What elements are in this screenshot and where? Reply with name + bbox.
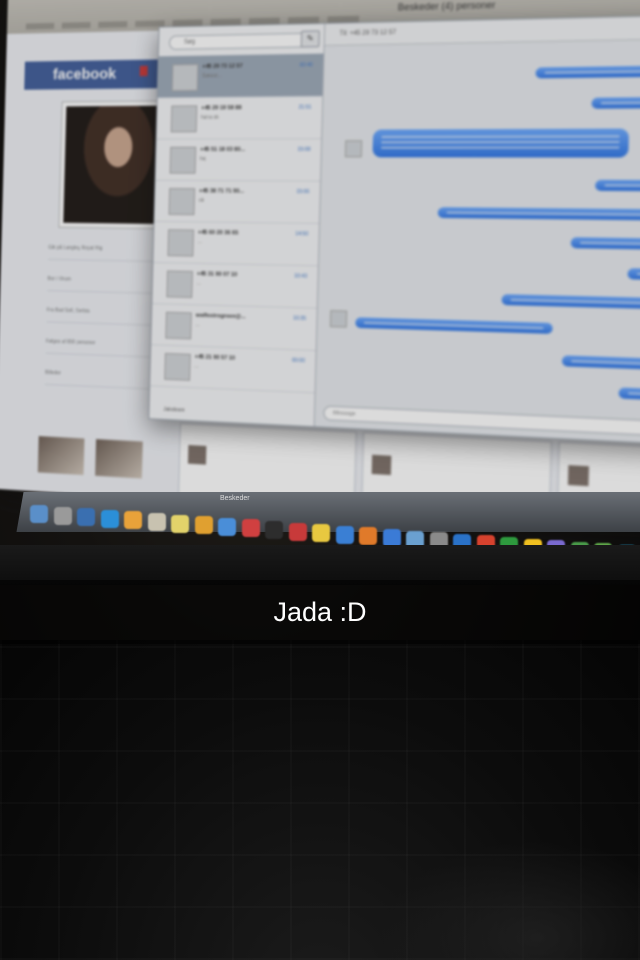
dock-app-icon[interactable]: [335, 525, 354, 544]
avatar: [329, 310, 348, 328]
conversation-time: 00:46: [299, 62, 313, 69]
dock-tooltip: Beskeder: [220, 495, 250, 502]
conversation-name: +45 51 18 03 80...: [200, 146, 246, 154]
conversation-time: 15:06: [296, 188, 310, 196]
dock-app-icon[interactable]: [288, 522, 307, 541]
photo-thumbnails: [37, 436, 152, 484]
profile-picture[interactable]: [58, 100, 169, 230]
message-bubble-received[interactable]: [372, 128, 630, 158]
list-footer: Jakobsen: [163, 406, 185, 414]
avatar: [169, 146, 197, 174]
info-row: Fra Bad Soll, Serbia: [46, 307, 154, 326]
dock-app-icon[interactable]: [312, 524, 330, 543]
dock-app-icon[interactable]: [241, 519, 260, 538]
messages-window: Søg ✎ +45 29 73 12 57 Senest... 00:46 +4…: [148, 13, 640, 447]
conversation-list: Søg ✎ +45 29 73 12 57 Senest... 00:46 +4…: [149, 23, 326, 427]
message-bubble-sent[interactable]: [618, 387, 640, 402]
info-row: Bor i Virum: [47, 275, 155, 294]
avatar: [165, 311, 192, 340]
message-bubble-sent[interactable]: [570, 237, 640, 251]
avatar: [166, 270, 193, 298]
message-bubble-sent[interactable]: [591, 96, 640, 109]
message-bubble-sent[interactable]: [437, 207, 640, 221]
message-bubble-received[interactable]: [355, 317, 553, 334]
conversation-preview: ...: [194, 363, 199, 370]
conversation-item[interactable]: wolfestrogreen@... ... 10:35: [151, 303, 317, 352]
dock-app-icon[interactable]: [218, 517, 236, 536]
dock-app-icon[interactable]: [265, 521, 283, 539]
caption-text: Jada :D: [273, 597, 367, 627]
dock-app-icon[interactable]: [53, 506, 72, 525]
avatar: [168, 188, 196, 216]
conversation-name: +45 29 73 12 57: [202, 63, 243, 71]
photo: Beskeder (4) personer facebook Gik på La…: [0, 0, 640, 960]
conversation-item[interactable]: +45 51 18 03 80... hej 15:08: [155, 138, 322, 182]
profile-photo: [63, 105, 164, 225]
dock-icons: [22, 505, 640, 563]
dock-app-icon[interactable]: [77, 508, 95, 527]
conversation-item[interactable]: +45 60 20 36 65 ... 14:50: [153, 220, 319, 267]
message-bubble-sent[interactable]: [561, 355, 640, 372]
avatar: [187, 445, 207, 465]
avatar: [171, 63, 199, 92]
message-bubble-sent[interactable]: [627, 268, 640, 281]
avatar: [371, 454, 392, 476]
conversation-time: 21:51: [298, 104, 312, 111]
laptop-screen: Beskeder (4) personer facebook Gik på La…: [0, 0, 640, 533]
avatar: [567, 465, 589, 487]
conversation-item[interactable]: +45 29 19 58 88 haha ok 21:51: [156, 95, 323, 140]
dock-app-icon[interactable]: [359, 527, 377, 546]
profile-info: Gik på Langley Royal Hig Bor i Virum Fra…: [44, 244, 155, 406]
conversation-item[interactable]: +45 31 90 07 10 ... 10:43: [152, 261, 318, 309]
conversation-time: 14:50: [295, 231, 309, 238]
avatar: [164, 352, 191, 381]
conversation-time: 00:00: [291, 357, 306, 365]
avatar: [344, 140, 363, 158]
conversation-preview: ...: [196, 280, 201, 287]
conversation-name: wolfestrogreen@...: [195, 312, 246, 321]
laptop-bezel: [0, 545, 640, 585]
conversation-item[interactable]: +45 29 73 12 57 Senest... 00:46: [157, 53, 324, 99]
caption-bar: Jada :D: [0, 580, 640, 644]
dock-app-icon[interactable]: [147, 513, 166, 531]
avatar: [167, 229, 195, 257]
dock-app-icon[interactable]: [194, 516, 213, 535]
conversation-name: +45 60 20 36 65: [197, 229, 239, 237]
notification-icon[interactable]: [139, 65, 148, 77]
conversation-time: 15:08: [297, 146, 311, 154]
message-bubble-sent[interactable]: [595, 179, 640, 192]
conversation-preview: hej: [199, 156, 207, 163]
conversation-name: +45 29 19 58 88: [201, 105, 242, 112]
facebook-logo[interactable]: facebook: [53, 65, 117, 83]
message-bubble-sent[interactable]: [501, 294, 640, 311]
conversation-time: 10:43: [294, 273, 308, 280]
photo-thumbnail[interactable]: [37, 436, 85, 476]
browser-tab-title[interactable]: Beskeder (4) personer: [398, 0, 496, 13]
conversation-preview: haha ok: [200, 114, 219, 121]
dock-app-icon[interactable]: [171, 514, 189, 533]
conversation-preview: ok: [198, 197, 205, 204]
conversation-item[interactable]: +45 38 71 71 90... ok 15:06: [154, 179, 321, 224]
conversation-item[interactable]: +45 21 90 57 10 ... 00:00: [150, 344, 316, 394]
search-input[interactable]: Søg: [168, 32, 316, 51]
dock-app-icon[interactable]: [30, 505, 48, 523]
conversation-time: 10:35: [292, 315, 307, 323]
section-title[interactable]: Billeder: [44, 369, 152, 390]
reflection: [380, 840, 640, 960]
info-row: Følges af 890 personer: [45, 338, 153, 358]
conversation-preview: ...: [195, 321, 200, 329]
avatar: [170, 105, 198, 133]
compose-button[interactable]: ✎: [300, 30, 320, 48]
photo-thumbnail[interactable]: [95, 439, 144, 479]
dock-app-icon[interactable]: [100, 509, 119, 528]
message-thread: Til: +45 29 73 12 57 iMessage: [314, 14, 640, 446]
conversation-name: +45 21 90 57 10: [194, 354, 236, 362]
message-bubble-sent[interactable]: [535, 65, 640, 79]
info-row: Gik på Langley Royal Hig: [48, 244, 155, 262]
dock-app-icon[interactable]: [124, 511, 142, 530]
conversation-preview: ...: [197, 239, 202, 246]
conversation-preview: Senest...: [201, 72, 222, 80]
conversation-name: +45 31 90 07 10: [196, 271, 238, 279]
conversation-name: +45 38 71 71 90...: [198, 188, 245, 195]
